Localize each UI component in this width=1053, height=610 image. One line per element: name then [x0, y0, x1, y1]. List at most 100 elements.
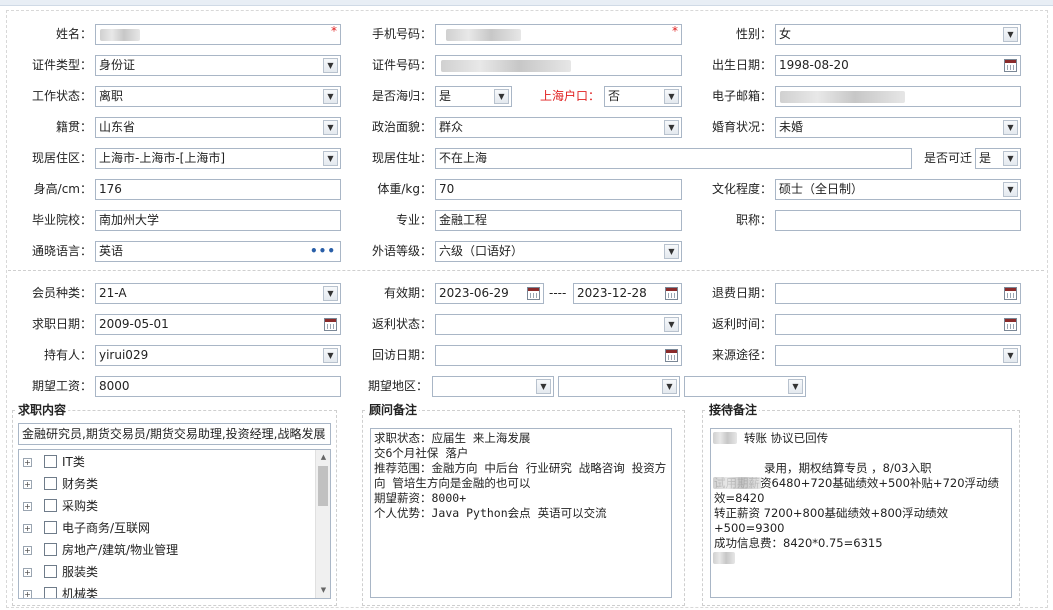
tree-item-checkbox[interactable]: [44, 521, 57, 534]
gender-select[interactable]: 女 ▼: [775, 24, 1021, 45]
id-type-select[interactable]: 身份证 ▼: [95, 55, 341, 76]
returnee-select[interactable]: 是 ▼: [435, 86, 512, 107]
expand-icon[interactable]: +: [23, 502, 32, 511]
chevron-down-icon[interactable]: ▼: [494, 89, 509, 104]
title-input[interactable]: [775, 210, 1021, 231]
tree-item[interactable]: + 房地产/建筑/物业管理: [19, 540, 315, 560]
tree-item-checkbox[interactable]: [44, 455, 57, 468]
name-input[interactable]: *: [95, 24, 341, 45]
education-select[interactable]: 硕士（全日制） ▼: [775, 179, 1021, 200]
calendar-icon[interactable]: [1004, 318, 1017, 331]
work-status-select[interactable]: 离职 ▼: [95, 86, 341, 107]
reception-notes-textarea[interactable]: 转账 协议已回传 录用，期权结算专员 ，8/03入职 试用期薪资6480+720基础…: [710, 428, 1012, 598]
chevron-down-icon[interactable]: ▼: [1003, 182, 1018, 197]
tree-item-checkbox[interactable]: [44, 543, 57, 556]
tree-item-checkbox[interactable]: [44, 477, 57, 490]
valid-start-value: 2023-06-29: [439, 286, 509, 300]
chevron-down-icon[interactable]: ▼: [323, 348, 338, 363]
chevron-down-icon[interactable]: ▼: [536, 379, 551, 394]
political-select[interactable]: 群众 ▼: [435, 117, 682, 138]
chevron-down-icon[interactable]: ▼: [1003, 27, 1018, 42]
id-number-label: 证件号码：: [371, 58, 432, 72]
tree-item[interactable]: + 机械类: [19, 584, 315, 598]
job-category-tree[interactable]: + IT类 + 财务类 + 采购类 + 电子商务/互联网 + 房地产/建筑/物业管理 + 服装类 + 机械…: [18, 449, 331, 599]
required-mark: *: [331, 24, 337, 38]
valid-end-value: 2023-12-28: [577, 286, 647, 300]
apply-date-input[interactable]: 2009-05-01: [95, 314, 341, 335]
chevron-down-icon[interactable]: ▼: [323, 286, 338, 301]
residence-addr-input[interactable]: 不在上海: [435, 148, 912, 169]
native-place-select[interactable]: 山东省 ▼: [95, 117, 341, 138]
height-input[interactable]: 176: [95, 179, 341, 200]
weight-input[interactable]: 70: [435, 179, 682, 200]
consultant-notes-textarea[interactable]: 求职状态：应届生 来上海发展 交6个月社保 落户 推荐范围：金融方向 中后台 行业研…: [370, 428, 672, 598]
birth-date-input[interactable]: 1998-08-20: [775, 55, 1021, 76]
relocatable-select[interactable]: 是 ▼: [975, 148, 1021, 169]
tree-item[interactable]: + 电子商务/互联网: [19, 518, 315, 538]
lang-level-select[interactable]: 六级（口语好） ▼: [435, 241, 682, 262]
chevron-down-icon[interactable]: ▼: [1003, 348, 1018, 363]
hukou-select[interactable]: 否 ▼: [604, 86, 682, 107]
tree-item-checkbox[interactable]: [44, 565, 57, 578]
expand-icon[interactable]: +: [23, 458, 32, 467]
email-input[interactable]: [775, 86, 1021, 107]
expected-area-district-select[interactable]: ▼: [684, 376, 806, 397]
expand-icon[interactable]: +: [23, 568, 32, 577]
valid-start-input[interactable]: 2023-06-29: [435, 283, 544, 304]
major-input[interactable]: 金融工程: [435, 210, 682, 231]
chevron-down-icon[interactable]: ▼: [323, 58, 338, 73]
chevron-down-icon[interactable]: ▼: [1003, 151, 1018, 166]
chevron-down-icon[interactable]: ▼: [788, 379, 803, 394]
more-icon[interactable]: •••: [310, 242, 336, 261]
redacted-note: [713, 477, 761, 489]
job-selected-input[interactable]: 金融研究员,期货交易员/期货交易助理,投资经理,战略发展: [18, 423, 331, 445]
chevron-down-icon[interactable]: ▼: [662, 379, 677, 394]
calendar-icon[interactable]: [665, 287, 678, 300]
rebate-time-input[interactable]: [775, 314, 1021, 335]
tree-item-checkbox[interactable]: [44, 499, 57, 512]
school-input[interactable]: 南加州大学: [95, 210, 341, 231]
phone-input[interactable]: *: [435, 24, 682, 45]
chevron-down-icon[interactable]: ▼: [1003, 120, 1018, 135]
calendar-icon[interactable]: [1004, 287, 1017, 300]
marital-select[interactable]: 未婚 ▼: [775, 117, 1021, 138]
holder-select[interactable]: yirui029 ▼: [95, 345, 341, 366]
chevron-down-icon[interactable]: ▼: [664, 317, 679, 332]
member-type-select[interactable]: 21-A ▼: [95, 283, 341, 304]
tree-item[interactable]: + 采购类: [19, 496, 315, 516]
expand-icon[interactable]: +: [23, 590, 32, 598]
residence-area-select[interactable]: 上海市-上海市-[上海市] ▼: [95, 148, 341, 169]
calendar-icon[interactable]: [324, 318, 337, 331]
scroll-up-icon[interactable]: ▲: [316, 450, 330, 465]
chevron-down-icon[interactable]: ▼: [323, 89, 338, 104]
chevron-down-icon[interactable]: ▼: [664, 120, 679, 135]
expand-icon[interactable]: +: [23, 546, 32, 555]
visit-date-input[interactable]: [435, 345, 682, 366]
chevron-down-icon[interactable]: ▼: [323, 120, 338, 135]
calendar-icon[interactable]: [527, 287, 540, 300]
tree-item[interactable]: + IT类: [19, 452, 315, 472]
tree-item-checkbox[interactable]: [44, 587, 57, 598]
vertical-scrollbar[interactable]: ▲ ▼: [315, 450, 330, 598]
id-number-input[interactable]: [435, 55, 682, 76]
expand-icon[interactable]: +: [23, 480, 32, 489]
expected-area-province-select[interactable]: ▼: [432, 376, 554, 397]
scroll-down-icon[interactable]: ▼: [316, 583, 330, 598]
expand-icon[interactable]: +: [23, 524, 32, 533]
expected-salary-input[interactable]: 8000: [95, 376, 341, 397]
chevron-down-icon[interactable]: ▼: [323, 151, 338, 166]
tree-item[interactable]: + 服装类: [19, 562, 315, 582]
tree-item[interactable]: + 财务类: [19, 474, 315, 494]
scroll-thumb[interactable]: [318, 466, 328, 506]
expected-area-city-select[interactable]: ▼: [558, 376, 680, 397]
lang-level-value: 六级（口语好）: [439, 244, 524, 258]
chevron-down-icon[interactable]: ▼: [664, 244, 679, 259]
language-input[interactable]: 英语 •••: [95, 241, 341, 262]
refund-date-input[interactable]: [775, 283, 1021, 304]
chevron-down-icon[interactable]: ▼: [664, 89, 679, 104]
rebate-status-select[interactable]: ▼: [435, 314, 682, 335]
calendar-icon[interactable]: [1004, 59, 1017, 72]
calendar-icon[interactable]: [665, 349, 678, 362]
valid-end-input[interactable]: 2023-12-28: [573, 283, 682, 304]
source-select[interactable]: ▼: [775, 345, 1021, 366]
